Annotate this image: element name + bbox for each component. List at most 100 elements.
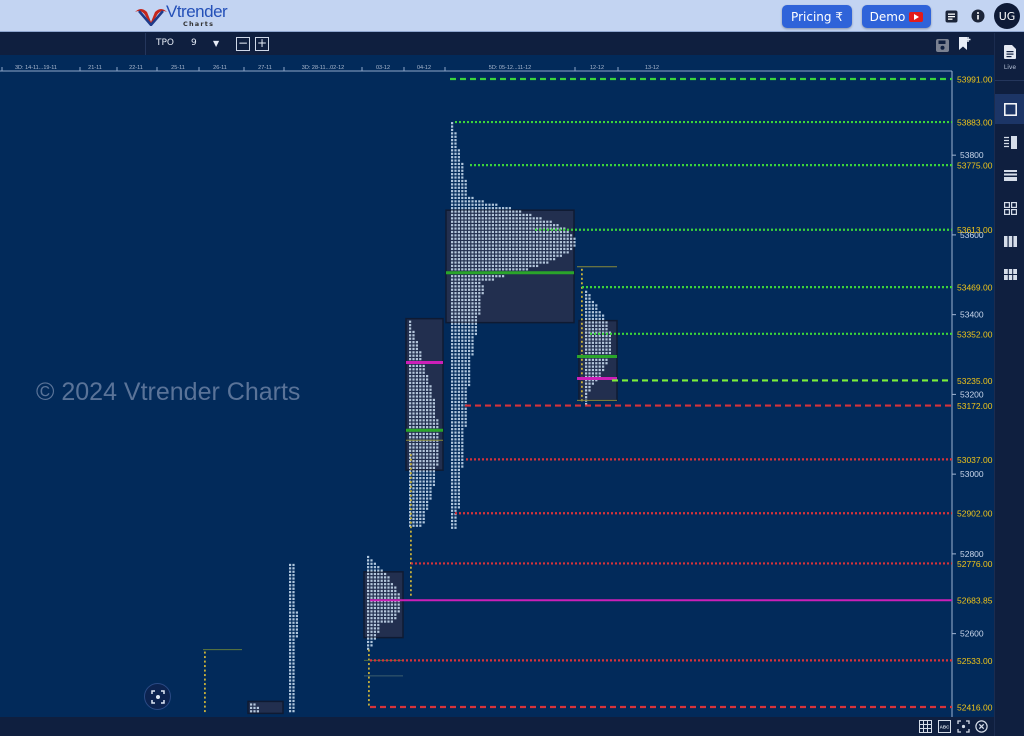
tpo-block <box>387 583 390 586</box>
tpo-block <box>508 244 511 247</box>
layout-grid4-button[interactable] <box>995 193 1024 223</box>
tpo-block <box>367 600 370 603</box>
tpo-block <box>432 432 435 436</box>
tpo-block <box>508 230 511 234</box>
tpo-block <box>570 241 573 244</box>
layout-split-button[interactable] <box>995 127 1024 157</box>
layout-columns-button[interactable] <box>995 226 1024 256</box>
tpo-block <box>553 227 556 230</box>
tpo-block <box>451 434 454 438</box>
tpo-block <box>415 378 418 381</box>
pricing-button[interactable]: Pricing ₹ <box>782 5 852 28</box>
tpo-block <box>512 224 515 227</box>
tpo-block <box>454 390 457 393</box>
tpo-block <box>289 696 292 699</box>
layout-rows-button[interactable] <box>995 160 1024 190</box>
tpo-block <box>409 385 412 388</box>
tpo-block <box>471 302 474 305</box>
tpo-size-dropdown-icon[interactable]: ▼ <box>213 39 219 48</box>
tpo-block <box>553 254 556 257</box>
tpo-block <box>436 443 439 446</box>
tpo-block <box>380 617 383 620</box>
tpo-block <box>464 278 467 281</box>
recenter-button[interactable] <box>144 683 171 710</box>
tpo-block <box>451 400 454 404</box>
notes-icon[interactable] <box>943 8 959 24</box>
tpo-block <box>426 395 429 398</box>
tpo-block <box>519 244 522 247</box>
tpo-size-value[interactable]: 9 <box>191 38 197 48</box>
tpo-block <box>536 230 539 234</box>
tpo-block <box>412 368 415 371</box>
tpo-block <box>373 579 376 582</box>
tpo-block <box>292 577 295 580</box>
tpo-block <box>474 261 477 264</box>
layout-single-button[interactable] <box>995 94 1024 124</box>
tpo-block <box>471 237 474 240</box>
tpo-block <box>588 348 591 351</box>
tpo-block <box>525 268 528 271</box>
save-icon[interactable] <box>936 37 949 56</box>
tpo-block <box>505 264 508 268</box>
tpo-block <box>454 387 457 390</box>
tpo-block <box>461 220 464 223</box>
tpo-block <box>457 424 460 427</box>
tpo-block <box>253 703 256 706</box>
tpo-block <box>454 152 457 155</box>
layout-grid9-button[interactable] <box>995 259 1024 289</box>
tpo-block <box>409 446 412 449</box>
tpo-block <box>419 388 422 391</box>
tpo-block <box>461 309 464 312</box>
close-circle-icon[interactable] <box>974 719 989 734</box>
tpo-block <box>429 409 432 412</box>
tpo-block <box>367 579 370 582</box>
zoom-in-button[interactable]: + <box>255 37 269 51</box>
tpo-block <box>419 398 422 402</box>
reference-level-label: 52902.00 <box>957 509 993 519</box>
tpo-block <box>588 382 591 385</box>
tpo-block <box>542 261 545 264</box>
tpo-block <box>415 358 418 361</box>
tpo-block <box>512 254 515 257</box>
tpo-block <box>412 524 415 527</box>
tpo-block <box>464 349 467 353</box>
tpo-block <box>451 261 454 264</box>
tpo-block <box>474 285 477 288</box>
bookmark-add-icon[interactable] <box>958 36 972 55</box>
zoom-out-button[interactable]: − <box>236 37 250 51</box>
abc-icon[interactable]: ABC <box>937 719 952 734</box>
demo-button[interactable]: Demo <box>862 5 931 28</box>
tpo-block <box>451 183 454 186</box>
focus-icon[interactable] <box>956 719 971 734</box>
tpo-block <box>377 617 380 620</box>
tpo-block <box>432 453 435 456</box>
ib-stick-tpo <box>410 530 412 533</box>
tpo-block <box>289 608 292 611</box>
tpo-block <box>515 210 518 213</box>
tpo-block <box>426 426 429 429</box>
tpo-block <box>451 298 454 302</box>
tpo-block <box>457 254 460 257</box>
tpo-block <box>415 500 418 504</box>
tpo-block <box>295 621 298 624</box>
live-notes-button[interactable] <box>995 37 1024 67</box>
tpo-block <box>481 285 484 288</box>
tpo-block <box>451 315 454 319</box>
tpo-block <box>454 407 457 410</box>
tpo-block <box>559 241 562 244</box>
tpo-block <box>471 312 474 315</box>
chart-area[interactable]: 3D: 14-11...19-11 21-11 22-11 25-11 26-11 27-… <box>0 55 994 717</box>
tpo-block <box>591 331 594 334</box>
tpo-block <box>451 149 454 152</box>
tpo-block <box>585 389 588 392</box>
user-avatar[interactable]: UG <box>994 3 1020 29</box>
tpo-block <box>608 334 611 338</box>
tpo-block <box>519 217 522 220</box>
tpo-block <box>591 351 594 355</box>
info-icon[interactable] <box>970 8 986 24</box>
tpo-block <box>289 665 292 669</box>
vtrender-logo[interactable]: Vtrender Charts <box>133 2 228 29</box>
tpo-block <box>457 475 460 478</box>
tpo-block <box>292 594 295 597</box>
grid-icon[interactable] <box>918 719 933 734</box>
